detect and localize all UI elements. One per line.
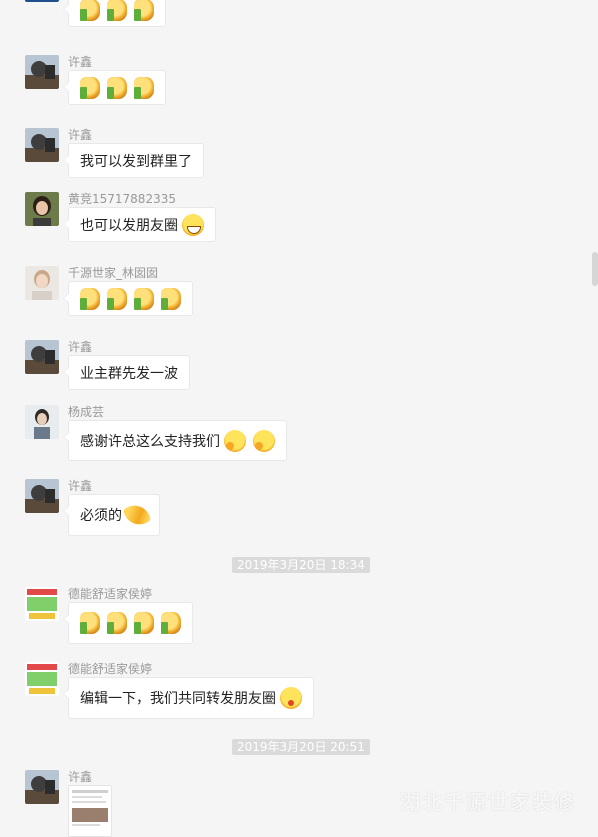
thumbs-up-icon: [80, 76, 100, 99]
sender-name: 许鑫: [68, 128, 93, 142]
avatar-yangchengyun[interactable]: [25, 405, 59, 439]
sender-name: 杨成芸: [68, 405, 105, 419]
thumbs-up-icon: [134, 76, 154, 99]
avatar-xuxin[interactable]: [25, 479, 59, 513]
thumbs-up-icon: [107, 612, 127, 634]
image-message-thumbnail[interactable]: [68, 785, 112, 837]
sender-name: 许鑫: [68, 340, 93, 354]
avatar-xuxin[interactable]: [25, 55, 59, 89]
message-text: 编辑一下，我们共同转发朋友圈: [80, 691, 276, 707]
chat-message-list: 许鑫 许鑫 我可以发到群里了 黄竞15717882335 也可以发朋友圈 千源世…: [0, 0, 598, 837]
avatar-xuxin[interactable]: [25, 128, 59, 162]
message-bubble[interactable]: 也可以发朋友圈: [63, 207, 216, 242]
sender-name: 许鑫: [68, 55, 93, 69]
avatar-denengshushijia[interactable]: [25, 587, 59, 621]
thumbs-up-icon: [80, 0, 100, 21]
waving-hand-icon: [122, 500, 152, 530]
sender-name: 许鑫: [68, 770, 93, 784]
thinking-face-icon: [253, 429, 275, 452]
thumbs-up-icon: [80, 612, 100, 634]
thumbs-up-icon: [80, 287, 100, 310]
sender-name: 德能舒适家侯婷: [68, 587, 153, 601]
avatar-xuxin[interactable]: [25, 770, 59, 804]
thumbs-up-icon: [107, 287, 127, 310]
grinning-face-icon: [182, 213, 204, 236]
avatar-xuxin[interactable]: [25, 340, 59, 374]
thumbs-up-icon: [107, 0, 127, 21]
avatar-denengshushijia[interactable]: [25, 662, 59, 696]
message-bubble[interactable]: 必须的: [63, 494, 160, 536]
message-bubble[interactable]: [63, 602, 193, 644]
message-text: 我可以发到群里了: [80, 153, 192, 170]
avatar[interactable]: [25, 0, 59, 2]
message-bubble[interactable]: [63, 281, 193, 316]
message-bubble[interactable]: 编辑一下，我们共同转发朋友圈: [63, 677, 314, 719]
sender-name: 千源世家_林囡囡: [68, 266, 159, 280]
message-text: 必须的: [80, 508, 122, 524]
thumbs-up-icon: [134, 0, 154, 21]
thumbs-up-icon: [161, 287, 181, 310]
thumbs-up-icon: [107, 76, 127, 99]
thinking-face-icon: [224, 429, 246, 452]
sender-name: 许鑫: [68, 479, 93, 493]
sender-name: 黄竞15717882335: [68, 192, 176, 206]
message-bubble[interactable]: [63, 70, 166, 105]
timestamp-label: 2019年3月20日 18:34: [232, 557, 370, 573]
message-bubble[interactable]: 我可以发到群里了: [63, 143, 204, 178]
sender-name: 德能舒适家侯婷: [68, 662, 153, 676]
avatar-huangjing[interactable]: [25, 192, 59, 226]
message-bubble[interactable]: 业主群先发一波: [63, 355, 190, 390]
timestamp-label: 2019年3月20日 20:51: [232, 739, 370, 755]
message-text: 业主群先发一波: [80, 365, 178, 382]
thumbs-up-icon: [134, 612, 154, 634]
avatar-linnannan[interactable]: [25, 266, 59, 300]
thumbs-up-icon: [161, 612, 181, 634]
scrollbar-thumb[interactable]: [592, 252, 598, 286]
message-text: 也可以发朋友圈: [80, 217, 178, 234]
winking-tongue-face-icon: [280, 687, 302, 709]
message-bubble[interactable]: [63, 0, 166, 27]
message-bubble[interactable]: 感谢许总这么支持我们: [63, 420, 287, 461]
message-text: 感谢许总这么支持我们: [80, 433, 220, 450]
thumbs-up-icon: [134, 287, 154, 310]
watermark-logo: 湖北千源世家装修: [400, 790, 576, 814]
